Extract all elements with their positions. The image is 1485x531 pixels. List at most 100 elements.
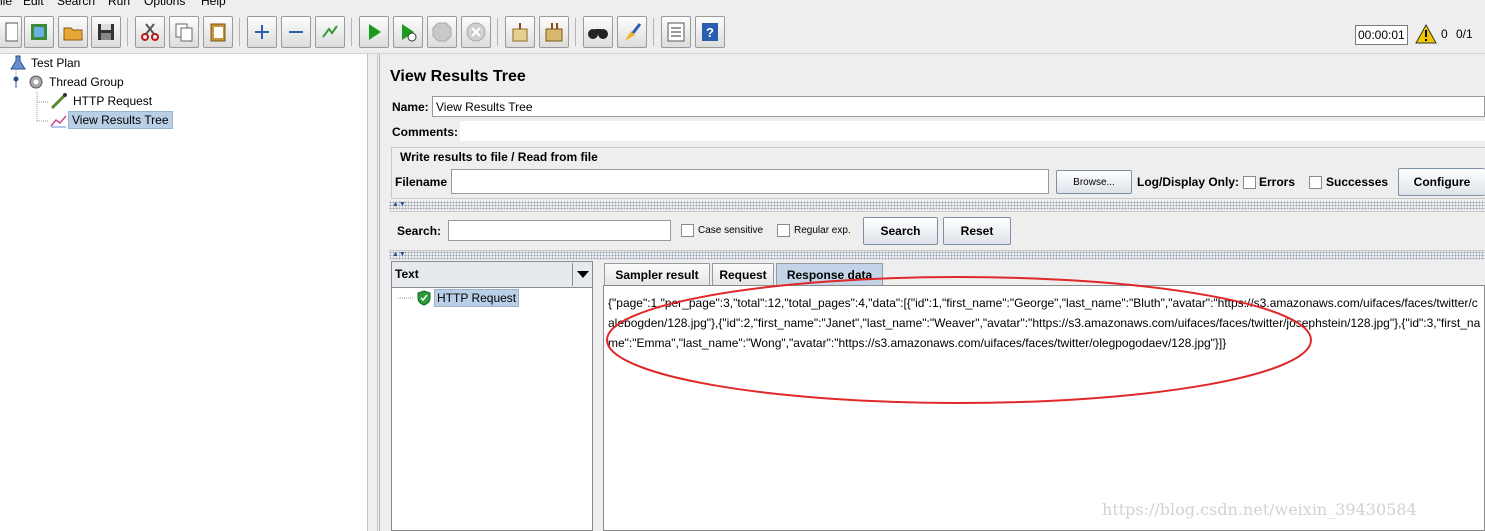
menu-edit[interactable]: Edit [23, 0, 44, 8]
list-icon [667, 22, 685, 42]
start-no-pauses-button[interactable] [393, 16, 423, 48]
search-button[interactable]: Search [863, 217, 938, 245]
configure-button[interactable]: Configure [1398, 168, 1485, 196]
menu-run[interactable]: Run [108, 0, 130, 8]
sample-result-http-request[interactable]: HTTP Request [434, 289, 520, 307]
binoculars-icon [588, 29, 608, 39]
filename-label: Filename [395, 175, 448, 189]
errors-checkbox[interactable] [1243, 176, 1256, 189]
reset-search-button[interactable] [617, 16, 647, 48]
browse-button[interactable]: Browse... [1056, 170, 1132, 194]
highlight-ellipse [606, 276, 1312, 404]
clear-all-button[interactable] [539, 16, 569, 48]
comments-label: Comments: [392, 125, 459, 139]
tree-item-label: View Results Tree [68, 111, 173, 129]
tree-item-http-request[interactable]: HTTP Request [50, 92, 155, 110]
warning-icon[interactable] [1415, 24, 1437, 44]
shutdown-icon [466, 22, 486, 42]
templates-button[interactable] [24, 16, 54, 48]
toolbar-separator [575, 18, 576, 46]
flask-icon [10, 55, 26, 70]
shutdown-button[interactable] [461, 16, 491, 48]
menu-file[interactable]: ile [0, 0, 12, 8]
start-button[interactable] [359, 16, 389, 48]
successes-checkbox[interactable] [1309, 176, 1322, 189]
regex-label: Regular exp. [794, 225, 851, 236]
stop-button[interactable] [427, 16, 457, 48]
toolbar-separator [653, 18, 654, 46]
tree-item-label: Thread Group [49, 75, 124, 89]
menu-bar: ile Edit Search Run Options Help [0, 0, 1485, 10]
save-button[interactable] [91, 16, 121, 48]
toolbar-separator [351, 18, 352, 46]
chart-icon [50, 115, 67, 128]
find-button[interactable] [583, 16, 613, 48]
log-display-label: Log/Display Only: [1137, 175, 1240, 189]
name-input[interactable]: View Results Tree [432, 96, 1485, 117]
templates-icon [31, 24, 47, 40]
chevron-down-icon[interactable] [572, 263, 592, 286]
collapse-button[interactable] [281, 16, 311, 48]
minus-icon [289, 31, 303, 33]
open-button[interactable] [58, 16, 88, 48]
case-sensitive-checkbox[interactable] [681, 224, 694, 237]
collapse-arrows-icon[interactable]: ▲▼ [392, 251, 406, 259]
menu-search[interactable]: Search [57, 0, 95, 8]
renderer-select[interactable]: Text [391, 261, 593, 288]
search-input[interactable] [448, 220, 671, 241]
success-shield-icon [417, 290, 431, 306]
expand-button[interactable] [247, 16, 277, 48]
tree-item-view-results-tree[interactable]: View Results Tree [50, 111, 173, 129]
tree-item-label: Test Plan [31, 56, 81, 70]
clear-button[interactable] [505, 16, 535, 48]
filename-input[interactable] [451, 169, 1049, 194]
elapsed-timer: 00:00:01 [1355, 25, 1408, 45]
copy-button[interactable] [169, 16, 199, 48]
test-plan-tree: Test Plan Thread Group HTTP Request View… [0, 54, 368, 531]
function-helper-button[interactable] [661, 16, 691, 48]
comments-input[interactable] [460, 121, 1485, 141]
errors-label: Errors [1259, 175, 1296, 189]
successes-label: Successes [1326, 175, 1389, 189]
split-divider-top[interactable]: ▲▼ [389, 201, 1485, 210]
cut-button[interactable] [135, 16, 165, 48]
search-label: Search: [397, 224, 442, 238]
broom-icon [512, 23, 528, 42]
play-no-timers-icon [402, 24, 417, 42]
case-sensitive-label: Case sensitive [698, 225, 764, 236]
tree-item-thread-group[interactable]: Thread Group [10, 73, 127, 91]
watermark: https://blog.csdn.net/weixin_39430584 [1102, 500, 1417, 519]
active-threads: 0/1 [1456, 27, 1473, 41]
broom-all-icon [545, 23, 563, 42]
toggle-button[interactable] [315, 16, 345, 48]
folder-icon [63, 27, 83, 41]
toolbar-separator [239, 18, 240, 46]
menu-options[interactable]: Options [144, 0, 185, 8]
collapse-arrows-icon[interactable]: ▲▼ [392, 201, 406, 209]
plus-icon [255, 25, 269, 39]
page-title: View Results Tree [390, 68, 526, 85]
clipboard-icon [210, 23, 226, 42]
play-icon [369, 24, 381, 40]
tree-item-test-plan[interactable]: Test Plan [10, 54, 83, 72]
paste-button[interactable] [203, 16, 233, 48]
brush-icon [625, 23, 642, 41]
save-icon [98, 24, 114, 40]
split-divider-bottom[interactable]: ▲▼ [389, 251, 1485, 260]
menu-help[interactable]: Help [201, 0, 226, 8]
expand-handle-icon[interactable] [10, 74, 26, 90]
help-button[interactable]: ? [695, 16, 725, 48]
copy-icon [175, 23, 193, 42]
write-results-title: Write results to file / Read from file [398, 150, 600, 164]
new-button[interactable] [0, 16, 22, 48]
sample-results-tree [391, 288, 593, 531]
error-count: 0 [1441, 27, 1448, 41]
svg-text:?: ? [706, 25, 714, 40]
pipette-icon [50, 93, 67, 109]
new-icon [5, 22, 18, 42]
split-pane-divider[interactable] [369, 54, 378, 531]
results-split-divider[interactable] [594, 261, 603, 531]
reset-button[interactable]: Reset [943, 217, 1011, 245]
stop-icon [432, 22, 452, 42]
regex-checkbox[interactable] [777, 224, 790, 237]
